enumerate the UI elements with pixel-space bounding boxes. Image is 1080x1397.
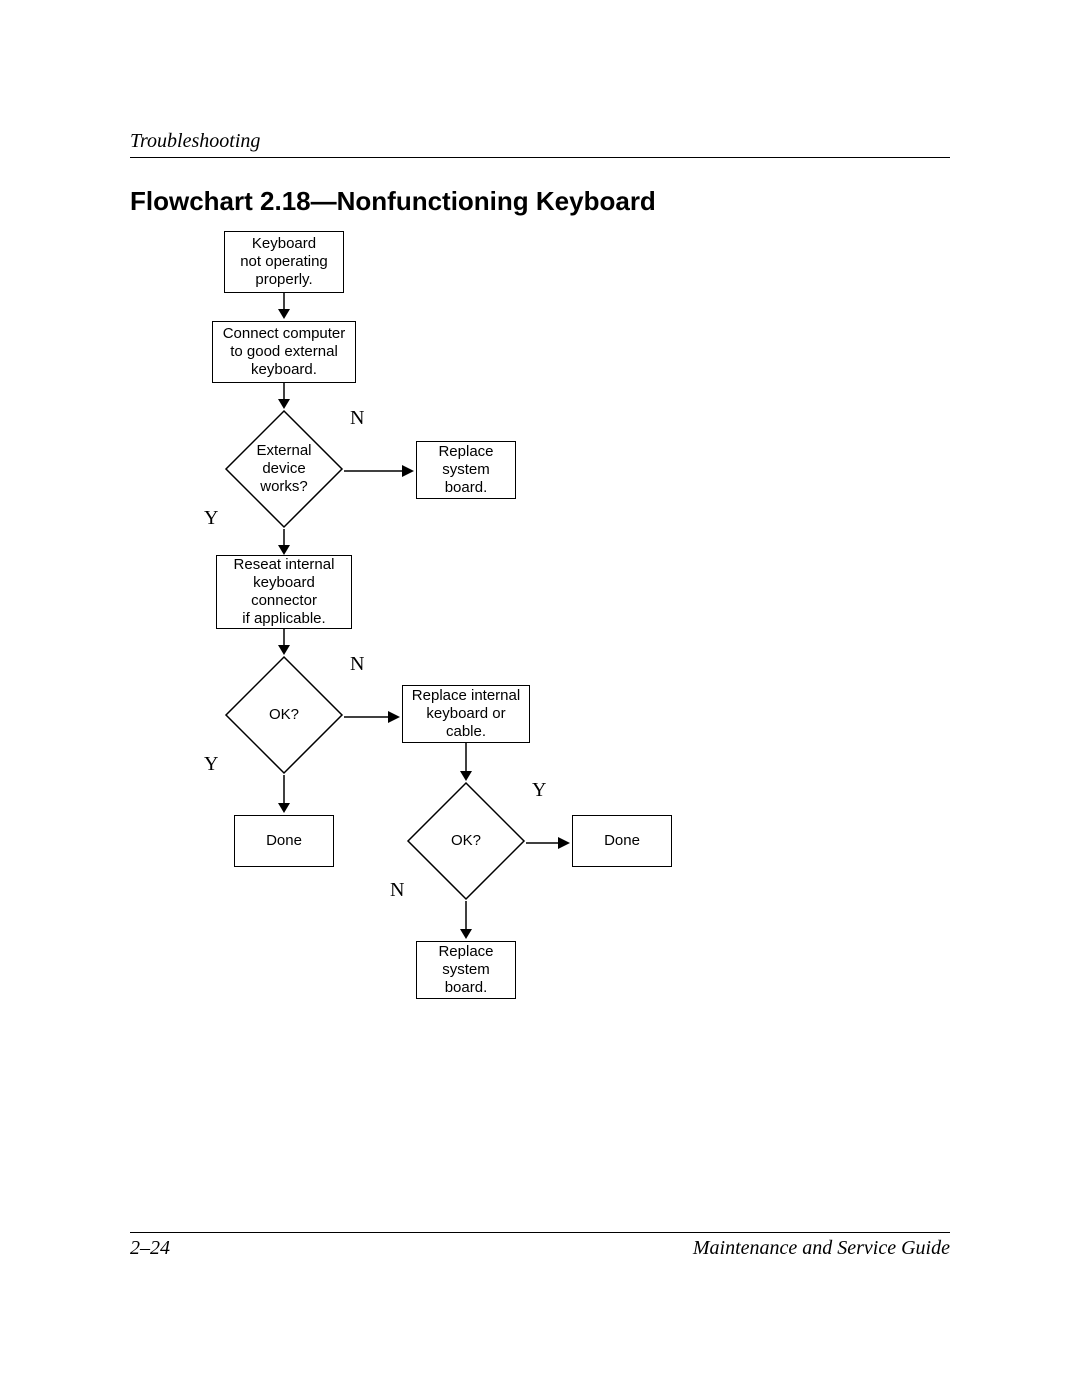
edge-label-n: N xyxy=(350,653,364,676)
arrow xyxy=(276,529,292,557)
header-rule xyxy=(130,157,950,158)
edge-label-n: N xyxy=(390,879,404,902)
node-connect-external: Connect computer to good external keyboa… xyxy=(212,321,356,383)
edge-label-y: Y xyxy=(204,753,218,776)
arrow xyxy=(276,383,292,411)
arrow xyxy=(344,709,402,725)
page-number: 2–24 xyxy=(130,1237,170,1260)
arrow xyxy=(276,293,292,321)
decision-external-works: External device works? xyxy=(224,409,344,529)
arrow xyxy=(276,775,292,815)
footer-rule xyxy=(130,1232,950,1233)
edge-label-y: Y xyxy=(204,507,218,530)
flowchart: Keyboard not operating properly. Connect… xyxy=(130,231,950,1131)
decision-ok-2: OK? xyxy=(406,781,526,901)
edge-label-y: Y xyxy=(532,779,546,802)
arrow xyxy=(344,463,416,479)
decision-ok-1: OK? xyxy=(224,655,344,775)
node-replace-system-board-1: Replace system board. xyxy=(416,441,516,499)
arrow xyxy=(458,743,474,783)
flowchart-title: Flowchart 2.18—Nonfunctioning Keyboard xyxy=(130,186,950,217)
node-done-1: Done xyxy=(234,815,334,867)
header-section: Troubleshooting xyxy=(130,130,950,153)
doc-title: Maintenance and Service Guide xyxy=(693,1237,950,1260)
node-reseat-connector: Reseat internal keyboard connector if ap… xyxy=(216,555,352,629)
node-start: Keyboard not operating properly. xyxy=(224,231,344,293)
arrow xyxy=(458,901,474,941)
arrow xyxy=(526,835,572,851)
node-done-2: Done xyxy=(572,815,672,867)
node-replace-keyboard: Replace internal keyboard or cable. xyxy=(402,685,530,743)
edge-label-n: N xyxy=(350,407,364,430)
arrow xyxy=(276,629,292,657)
node-replace-system-board-2: Replace system board. xyxy=(416,941,516,999)
